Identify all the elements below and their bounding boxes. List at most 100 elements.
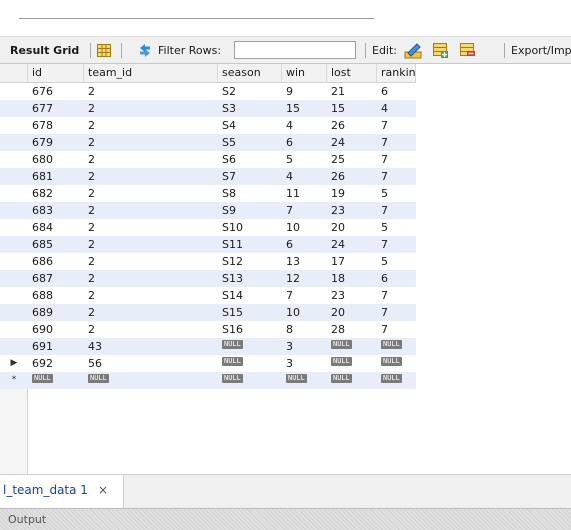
cell-lost[interactable]: NULL	[327, 338, 377, 355]
output-panel-header[interactable]: Output	[0, 508, 571, 530]
cell-season[interactable]: S5	[218, 134, 282, 151]
cell-season[interactable]: S7	[218, 168, 282, 185]
tab-team-data-1[interactable]: l_team_data 1 ×	[0, 475, 124, 508]
cell-season[interactable]: S9	[218, 202, 282, 219]
column-header-ranking[interactable]: ranking	[377, 64, 416, 83]
cell-ranking[interactable]: 6	[377, 83, 416, 100]
cell-id[interactable]: 684	[28, 219, 84, 236]
cell-team-id[interactable]: NULL	[84, 372, 218, 389]
cell-win[interactable]: 3	[282, 338, 327, 355]
cell-win[interactable]: 7	[282, 202, 327, 219]
cell-season[interactable]: NULL	[218, 372, 282, 389]
cell-lost[interactable]: 23	[327, 287, 377, 304]
cell-ranking[interactable]: 6	[377, 270, 416, 287]
cell-id[interactable]: 687	[28, 270, 84, 287]
table-row[interactable]: 685 2 S11 6 24 7	[0, 236, 416, 253]
cell-lost[interactable]: NULL	[327, 355, 377, 372]
cell-lost[interactable]: 20	[327, 219, 377, 236]
cell-ranking[interactable]: 7	[377, 321, 416, 338]
cell-id[interactable]: 688	[28, 287, 84, 304]
cell-season[interactable]: S13	[218, 270, 282, 287]
table-row[interactable]: ▶ 692 56 NULL 3 NULL NULL	[0, 355, 416, 372]
cell-id[interactable]: 690	[28, 321, 84, 338]
cell-id[interactable]: 680	[28, 151, 84, 168]
cell-lost[interactable]: 23	[327, 202, 377, 219]
cell-team-id[interactable]: 43	[84, 338, 218, 355]
table-row[interactable]: * NULL NULL NULL NULL NULL NULL	[0, 372, 416, 389]
refresh-icon[interactable]	[137, 43, 153, 58]
cell-lost[interactable]: NULL	[327, 372, 377, 389]
cell-lost[interactable]: 20	[327, 304, 377, 321]
cell-team-id[interactable]: 56	[84, 355, 218, 372]
cell-ranking[interactable]: 5	[377, 253, 416, 270]
cell-ranking[interactable]: 4	[377, 100, 416, 117]
cell-season[interactable]: S3	[218, 100, 282, 117]
cell-win[interactable]: 5	[282, 151, 327, 168]
table-row[interactable]: 682 2 S8 11 19 5	[0, 185, 416, 202]
add-row-icon[interactable]	[433, 43, 449, 58]
filter-rows-input[interactable]	[234, 41, 356, 59]
column-header-id[interactable]: id	[28, 64, 84, 83]
table-row[interactable]: 677 2 S3 15 15 4	[0, 100, 416, 117]
grid-icon[interactable]	[97, 44, 111, 57]
cell-id[interactable]: NULL	[28, 372, 84, 389]
cell-season[interactable]: S14	[218, 287, 282, 304]
cell-win[interactable]: 3	[282, 355, 327, 372]
cell-ranking[interactable]: 7	[377, 151, 416, 168]
cell-win[interactable]: 13	[282, 253, 327, 270]
cell-ranking[interactable]: 5	[377, 185, 416, 202]
column-header-win[interactable]: win	[282, 64, 327, 83]
cell-team-id[interactable]: 2	[84, 287, 218, 304]
cell-season[interactable]: S2	[218, 83, 282, 100]
cell-lost[interactable]: 26	[327, 117, 377, 134]
cell-team-id[interactable]: 2	[84, 151, 218, 168]
cell-team-id[interactable]: 2	[84, 219, 218, 236]
table-row[interactable]: 687 2 S13 12 18 6	[0, 270, 416, 287]
cell-lost[interactable]: 18	[327, 270, 377, 287]
cell-lost[interactable]: 25	[327, 151, 377, 168]
table-row[interactable]: 689 2 S15 10 20 7	[0, 304, 416, 321]
cell-lost[interactable]: 26	[327, 168, 377, 185]
cell-season[interactable]: S4	[218, 117, 282, 134]
cell-id[interactable]: 689	[28, 304, 84, 321]
cell-team-id[interactable]: 2	[84, 185, 218, 202]
cell-win[interactable]: 12	[282, 270, 327, 287]
table-row[interactable]: 678 2 S4 4 26 7	[0, 117, 416, 134]
column-header-lost[interactable]: lost	[327, 64, 377, 83]
cell-win[interactable]: 4	[282, 168, 327, 185]
cell-win[interactable]: 4	[282, 117, 327, 134]
cell-id[interactable]: 682	[28, 185, 84, 202]
table-row[interactable]: 690 2 S16 8 28 7	[0, 321, 416, 338]
cell-win[interactable]: 6	[282, 134, 327, 151]
cell-ranking[interactable]: NULL	[377, 355, 416, 372]
cell-team-id[interactable]: 2	[84, 202, 218, 219]
cell-win[interactable]: 11	[282, 185, 327, 202]
cell-ranking[interactable]: 7	[377, 236, 416, 253]
export-import-label[interactable]: Export/Imp	[511, 37, 571, 64]
cell-id[interactable]: 681	[28, 168, 84, 185]
cell-ranking[interactable]: 7	[377, 117, 416, 134]
cell-team-id[interactable]: 2	[84, 321, 218, 338]
cell-team-id[interactable]: 2	[84, 236, 218, 253]
cell-id[interactable]: 691	[28, 338, 84, 355]
cell-win[interactable]: 15	[282, 100, 327, 117]
cell-id[interactable]: 679	[28, 134, 84, 151]
cell-win[interactable]: 9	[282, 83, 327, 100]
table-row[interactable]: 691 43 NULL 3 NULL NULL	[0, 338, 416, 355]
cell-ranking[interactable]: 7	[377, 304, 416, 321]
cell-id[interactable]: 678	[28, 117, 84, 134]
cell-ranking[interactable]: 7	[377, 287, 416, 304]
close-icon[interactable]: ×	[98, 483, 108, 497]
column-header-team-id[interactable]: team_id	[84, 64, 218, 83]
table-row[interactable]: 684 2 S10 10 20 5	[0, 219, 416, 236]
cell-team-id[interactable]: 2	[84, 253, 218, 270]
cell-team-id[interactable]: 2	[84, 117, 218, 134]
cell-lost[interactable]: 21	[327, 83, 377, 100]
cell-ranking[interactable]: 7	[377, 134, 416, 151]
table-row[interactable]: 688 2 S14 7 23 7	[0, 287, 416, 304]
cell-lost[interactable]: 17	[327, 253, 377, 270]
cell-win[interactable]: 10	[282, 304, 327, 321]
cell-season[interactable]: S6	[218, 151, 282, 168]
cell-season[interactable]: S10	[218, 219, 282, 236]
cell-ranking[interactable]: 7	[377, 202, 416, 219]
